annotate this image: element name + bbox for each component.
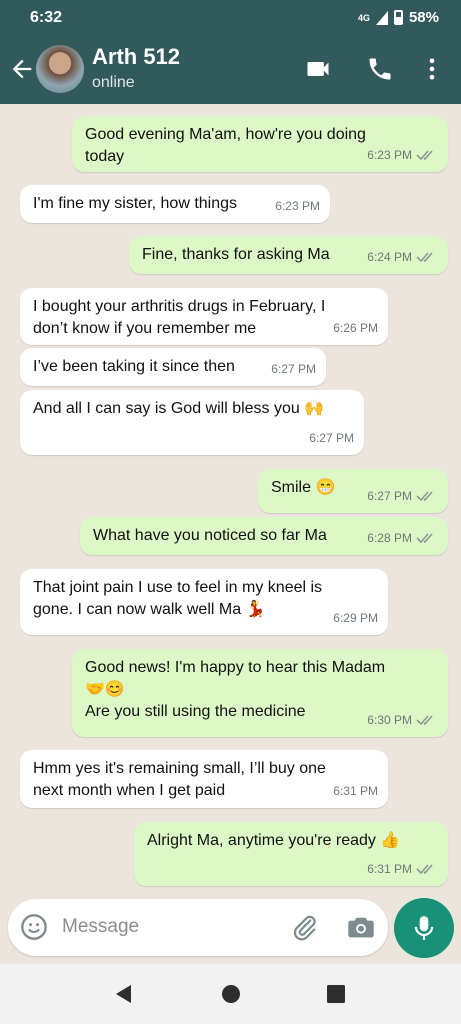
message-time: 6:31 PM — [367, 862, 412, 876]
message-text: Hmm yes it's remaining small, I’ll buy o… — [33, 760, 326, 799]
message-bubble[interactable]: That joint pain I use to feel in my knee… — [20, 569, 388, 635]
message-time: 6:27 PM — [309, 431, 354, 445]
signal-icon — [375, 10, 388, 25]
message-bubble[interactable]: Good evening Ma'am, how're you doing tod… — [72, 116, 448, 172]
message-meta: 6:23 PM — [275, 195, 320, 217]
double-check-icon — [416, 533, 433, 544]
nav-home-icon[interactable] — [219, 982, 243, 1006]
message-text: And all I can say is God will bless you … — [33, 400, 325, 417]
message-meta: 6:28 PM — [367, 527, 438, 549]
nav-back-icon[interactable] — [112, 982, 136, 1006]
message-time: 6:27 PM — [367, 489, 412, 503]
contact-status: online — [92, 74, 135, 91]
message-bubble[interactable]: Fine, thanks for asking Ma 6:24 PM — [129, 236, 448, 274]
status-bar: 6:32 4G 58% — [0, 0, 461, 36]
double-check-icon — [416, 491, 433, 502]
message-text: Alright Ma, anytime you're ready 👍 — [147, 832, 401, 849]
avatar[interactable] — [36, 45, 84, 93]
message-meta: 6:26 PM — [333, 317, 378, 339]
message-time: 6:27 PM — [271, 362, 316, 376]
message-bubble[interactable]: Hmm yes it's remaining small, I’ll buy o… — [20, 750, 388, 808]
battery-percent: 58% — [408, 9, 439, 26]
double-check-icon — [416, 150, 433, 161]
more-vert-icon[interactable] — [418, 55, 446, 83]
arrow-left-icon[interactable] — [8, 55, 36, 83]
video-call-icon[interactable] — [304, 55, 332, 83]
camera-icon[interactable] — [346, 913, 376, 941]
contact-name[interactable]: Arth 512 — [92, 44, 180, 70]
message-bubble[interactable]: Good news! I'm happy to hear this Madam … — [72, 649, 448, 737]
double-check-icon — [416, 864, 433, 875]
message-time: 6:26 PM — [333, 321, 378, 335]
message-meta: 6:24 PM — [367, 246, 438, 268]
message-time: 6:30 PM — [367, 713, 412, 727]
mic-button[interactable] — [394, 898, 454, 958]
message-meta: 6:31 PM — [367, 858, 438, 880]
chat-area[interactable]: Good evening Ma'am, how're you doing tod… — [0, 104, 461, 964]
message-bubble[interactable]: I’ve been taking it since then 6:27 PM — [20, 348, 326, 386]
message-composer — [8, 899, 388, 956]
message-time: 6:28 PM — [367, 531, 412, 545]
nav-recents-icon[interactable] — [324, 982, 348, 1006]
message-time: 6:24 PM — [367, 250, 412, 264]
message-time: 6:23 PM — [275, 199, 320, 213]
message-bubble[interactable]: What have you noticed so far Ma 6:28 PM — [80, 517, 448, 555]
paperclip-icon[interactable] — [291, 913, 319, 941]
message-bubble[interactable]: I bought your arthritis drugs in Februar… — [20, 288, 388, 345]
message-meta: 6:27 PM — [309, 427, 354, 449]
system-nav-bar — [0, 964, 461, 1024]
emoji-icon[interactable] — [20, 913, 48, 941]
message-time: 6:31 PM — [333, 784, 378, 798]
message-bubble[interactable]: I'm fine my sister, how things 6:23 PM — [20, 185, 330, 223]
message-time: 6:29 PM — [333, 611, 378, 625]
message-input[interactable] — [62, 912, 262, 942]
message-bubble[interactable]: And all I can say is God will bless you … — [20, 390, 364, 455]
message-bubble[interactable]: Smile 😁 6:27 PM — [258, 469, 448, 513]
double-check-icon — [416, 715, 433, 726]
message-bubble[interactable]: Alright Ma, anytime you're ready 👍 6:31 … — [134, 822, 448, 886]
battery-icon — [393, 10, 403, 25]
message-meta: 6:27 PM — [367, 485, 438, 507]
message-text: I bought your arthritis drugs in Februar… — [33, 298, 326, 337]
phone-icon[interactable] — [366, 55, 394, 83]
message-meta: 6:23 PM — [367, 144, 438, 166]
chat-header: Arth 512 online — [0, 36, 461, 104]
message-meta: 6:29 PM — [333, 607, 378, 629]
status-time: 6:32 — [30, 9, 63, 26]
mic-icon — [414, 916, 434, 940]
double-check-icon — [416, 252, 433, 263]
message-time: 6:23 PM — [367, 148, 412, 162]
signal-label: 4G — [357, 12, 370, 23]
message-meta: 6:31 PM — [333, 780, 378, 802]
status-indicators: 4G 58% — [358, 9, 439, 26]
message-meta: 6:30 PM — [367, 709, 438, 731]
message-meta: 6:27 PM — [271, 358, 316, 380]
message-text: That joint pain I use to feel in my knee… — [33, 579, 323, 618]
